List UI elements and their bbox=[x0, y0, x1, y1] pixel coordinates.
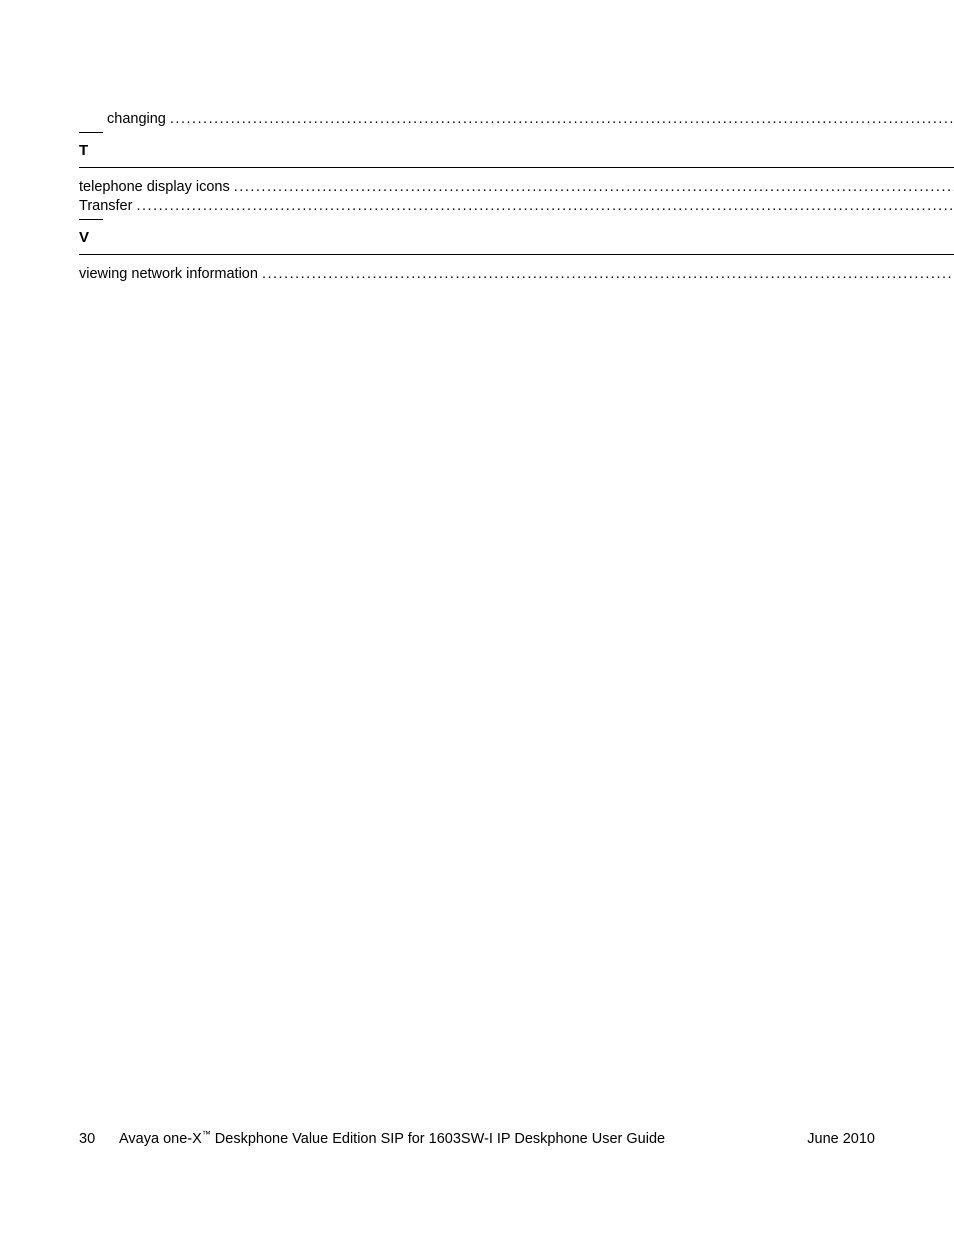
section-divider: V bbox=[79, 217, 954, 255]
footer-page-number: 30 bbox=[79, 1131, 119, 1147]
index-entry-label: telephone display icons bbox=[79, 178, 230, 198]
index-entry-label: viewing network information bbox=[79, 265, 258, 285]
leader-dots bbox=[170, 110, 954, 130]
trademark-symbol: ™ bbox=[202, 1129, 211, 1139]
index-entry: telephone display icons 10 bbox=[79, 178, 954, 198]
index-column-left: changing 26 T telephone display icons 10… bbox=[79, 110, 954, 285]
index-entry-label: Transfer bbox=[79, 197, 132, 217]
document-page: changing 26 T telephone display icons 10… bbox=[0, 0, 954, 1235]
section-heading-v: V bbox=[79, 222, 89, 252]
section-divider: T bbox=[79, 130, 954, 168]
index-entry: viewing network information 28 bbox=[79, 265, 954, 285]
footer-date: June 2010 bbox=[807, 1131, 875, 1147]
footer-title: Avaya one-X™ Deskphone Value Edition SIP… bbox=[119, 1129, 807, 1147]
page-footer: 30 Avaya one-X™ Deskphone Value Edition … bbox=[79, 1129, 875, 1147]
leader-dots bbox=[262, 265, 954, 285]
leader-dots bbox=[136, 197, 954, 217]
leader-dots bbox=[234, 178, 954, 198]
section-heading-t: T bbox=[79, 135, 88, 165]
index-entry-label: changing bbox=[107, 110, 166, 130]
index-entry: changing 26 bbox=[79, 110, 954, 130]
index-columns: changing 26 T telephone display icons 10… bbox=[79, 110, 875, 285]
index-entry: Transfer 18 bbox=[79, 197, 954, 217]
footer-title-pre: Avaya one-X bbox=[119, 1131, 202, 1147]
footer-title-post: Deskphone Value Edition SIP for 1603SW-I… bbox=[211, 1131, 665, 1147]
